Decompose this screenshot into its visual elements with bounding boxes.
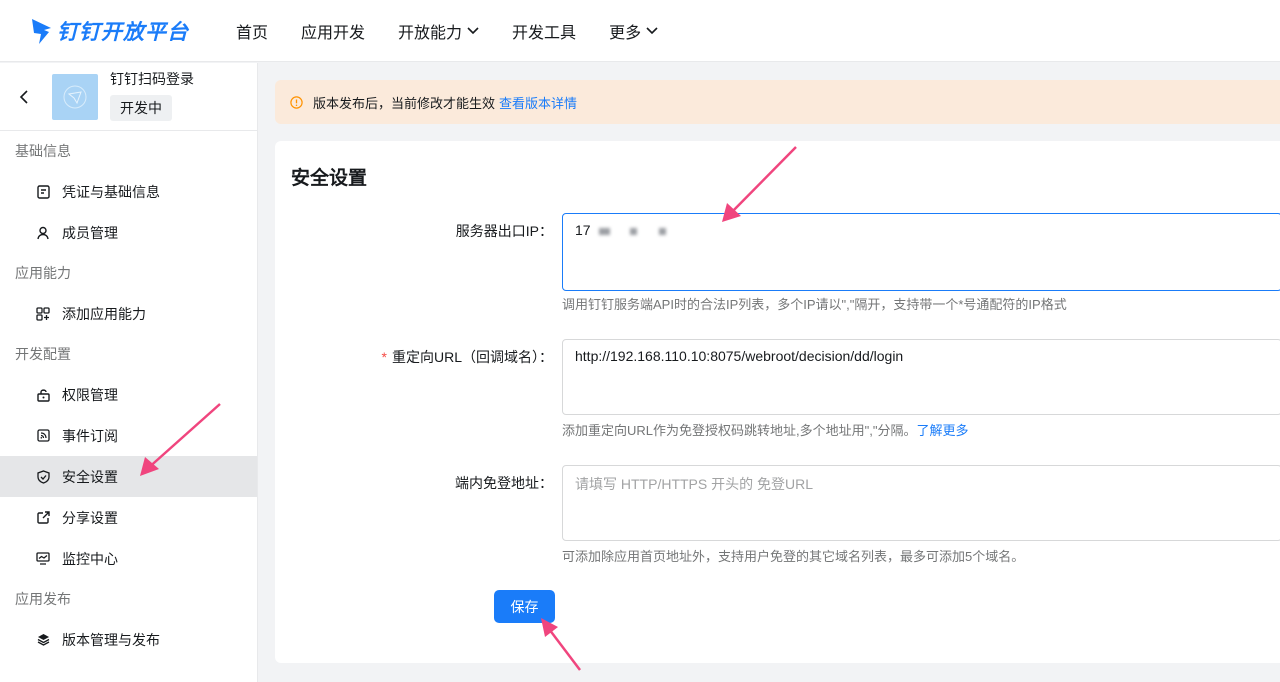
sidebar-item-label: 成员管理	[62, 224, 118, 241]
app-status-badge: 开发中	[110, 94, 172, 121]
share-icon	[36, 511, 50, 525]
group-title-app-release: 应用发布	[15, 591, 71, 607]
sidebar-item-permissions[interactable]: 权限管理	[0, 374, 257, 415]
save-button[interactable]: 保存	[494, 590, 555, 623]
nav-label: 应用开发	[301, 24, 366, 42]
required-mark: *	[381, 349, 387, 365]
redirect-url-value: http://192.168.110.10:8075/webroot/decis…	[575, 348, 904, 364]
notice-text: 版本发布后，当前修改才能生效	[313, 95, 496, 111]
redacted-ip-segment	[598, 227, 610, 235]
warning-circle-icon	[290, 95, 303, 109]
member-icon	[36, 226, 50, 240]
nav-label: 更多	[609, 24, 642, 42]
server-ip-label: 服务器出口IP：	[455, 223, 553, 239]
view-version-details-link[interactable]: 查看版本详情	[499, 93, 577, 112]
rss-icon	[36, 429, 50, 443]
sso-url-label: 端内免登地址：	[455, 475, 553, 491]
sidebar: 钉钉扫码登录 开发中 基础信息 凭证与基础信息 成员管理 应用能力 添加应用能力…	[0, 63, 258, 682]
sidebar-item-versions[interactable]: 版本管理与发布	[0, 619, 257, 660]
paper-plane-icon	[63, 85, 87, 108]
server-ip-help: 调用钉钉服务端API时的合法IP列表，多个IP请以","隔开，支持带一个*号通配…	[562, 297, 1067, 312]
app-icon	[52, 73, 98, 120]
sso-url-help: 可添加除应用首页地址外，支持用户免登的其它域名列表，最多可添加5个域名。	[562, 549, 1025, 564]
sidebar-item-label: 添加应用能力	[62, 305, 146, 322]
main-nav: 首页 应用开发 开放能力 开发工具 更多	[236, 19, 691, 43]
group-title-app-capabilities: 应用能力	[15, 265, 71, 281]
redirect-url-help: 添加重定向URL作为免登授权码跳转地址,多个地址用","分隔。了解更多	[562, 420, 968, 439]
redirect-url-textarea[interactable]: http://192.168.110.10:8075/webroot/decis…	[562, 339, 1280, 415]
layers-icon	[36, 633, 50, 647]
sidebar-item-label: 凭证与基础信息	[62, 183, 160, 200]
redirect-url-label-text: 重定向URL（回调域名）：	[391, 349, 553, 365]
sidebar-item-events[interactable]: 事件订阅	[0, 415, 257, 456]
sidebar-item-monitor[interactable]: 监控中心	[0, 538, 257, 579]
learn-more-link[interactable]: 了解更多	[916, 423, 968, 438]
app-header: 钉钉扫码登录 开发中	[0, 63, 257, 131]
app-meta: 钉钉扫码登录 开发中	[110, 69, 194, 121]
chevron-down-icon	[646, 26, 658, 34]
sidebar-item-add-capability[interactable]: 添加应用能力	[0, 293, 257, 334]
nav-label: 开发工具	[512, 24, 577, 42]
security-settings-card: 安全设置 服务器出口IP： 17 调用钉钉服务端API时的合法IP列表，多个IP…	[275, 141, 1280, 663]
grid-plus-icon	[36, 306, 50, 321]
sidebar-item-label: 分享设置	[62, 509, 118, 526]
dingtalk-logo-icon	[32, 18, 51, 44]
sidebar-item-credentials[interactable]: 凭证与基础信息	[0, 171, 257, 212]
chevron-down-icon	[467, 26, 479, 34]
brand-name: 钉钉开放平台	[57, 20, 189, 44]
sidebar-item-label: 版本管理与发布	[62, 631, 160, 648]
nav-label: 首页	[236, 24, 269, 42]
credential-icon	[36, 184, 50, 199]
nav-item-open-capabilities[interactable]: 开放能力	[398, 19, 479, 43]
sidebar-item-label: 权限管理	[62, 386, 118, 403]
release-notice-banner: 版本发布后，当前修改才能生效 查看版本详情	[275, 80, 1280, 124]
sso-url-textarea[interactable]: 请填写 HTTP/HTTPS 开头的 免登URL	[562, 465, 1280, 541]
sidebar-item-label: 监控中心	[62, 550, 118, 567]
sidebar-item-security[interactable]: 安全设置	[0, 456, 257, 497]
top-navigation: 钉钉开放平台 首页 应用开发 开放能力 开发工具 更多	[0, 0, 1280, 62]
server-ip-textarea[interactable]: 17	[562, 213, 1280, 291]
sso-url-placeholder: 请填写 HTTP/HTTPS 开头的 免登URL	[575, 476, 814, 492]
group-title-dev-config: 开发配置	[15, 346, 71, 362]
nav-item-more[interactable]: 更多	[609, 19, 658, 43]
lock-icon	[36, 388, 50, 402]
nav-item-app-dev[interactable]: 应用开发	[301, 19, 365, 43]
group-title-basic-info: 基础信息	[15, 143, 71, 159]
redirect-url-help-text: 添加重定向URL作为免登授权码跳转地址,多个地址用","分隔。	[562, 423, 917, 438]
sidebar-item-members[interactable]: 成员管理	[0, 212, 257, 253]
page-title: 安全设置	[291, 168, 368, 189]
sidebar-item-label: 事件订阅	[62, 427, 118, 444]
nav-item-dev-tools[interactable]: 开发工具	[512, 19, 576, 43]
shield-icon	[36, 469, 50, 484]
server-ip-value: 17	[575, 222, 591, 238]
nav-label: 开放能力	[398, 24, 463, 42]
nav-item-home[interactable]: 首页	[236, 19, 268, 43]
chevron-left-icon	[19, 89, 28, 104]
redacted-ip-segment	[658, 227, 666, 235]
app-name: 钉钉扫码登录	[110, 70, 194, 87]
sidebar-item-label: 安全设置	[62, 468, 118, 485]
back-button[interactable]	[14, 87, 34, 107]
sidebar-item-share[interactable]: 分享设置	[0, 497, 257, 538]
redirect-url-label: * 重定向URL（回调域名）：	[382, 347, 553, 367]
brand-logo[interactable]: 钉钉开放平台	[30, 16, 206, 46]
redacted-ip-segment	[629, 227, 637, 235]
monitor-icon	[36, 552, 50, 566]
